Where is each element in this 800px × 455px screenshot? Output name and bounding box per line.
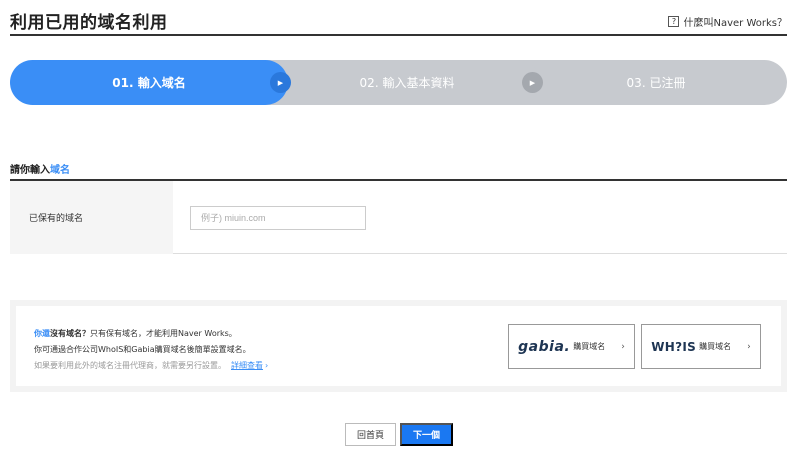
domain-label: 已保有的域名 [29,214,84,224]
home-button[interactable]: 回首頁 [345,423,396,446]
progress-stepper: 01. 輸入域名 ▶ 02. 輸入基本資料 ▶ 03. 已注冊 [10,60,787,105]
info-rest: 只有保有域名，才能利用Naver Works。 [90,329,237,338]
gabia-buy-domain-button[interactable]: gabia. 購買域名 › [508,324,635,369]
detail-link[interactable]: 詳細查看 [231,361,263,370]
whois-buy-label: 購買域名 [699,342,732,351]
step-1-enter-domain: 01. 輸入域名 [10,60,288,105]
info-line-no-domain: 你還沒有域名？只有保有域名，才能利用Naver Works。 [34,328,237,339]
info-other-text: 如果要利用此外的域名注冊代理商，就需要另行設置。 [34,361,226,370]
whois-logo: WH?IS [651,339,697,354]
help-link-label: 什麼叫Naver Works？ [683,18,787,29]
gabia-logo: gabia. [518,338,571,355]
info-line-partners: 你可通過合作公司WhoIS和Gabia購買域名後簡單設置域名。 [34,345,251,354]
page-title: 利用已用的域名利用 [10,13,168,33]
info-accent: 你還 [34,329,50,338]
section-title: 請你輸入域名 [10,161,70,176]
step-2-label: 02. 輸入基本資料 [359,76,455,90]
whois-buy-domain-button[interactable]: WH?IS 購買域名 › [641,324,761,369]
info-inner: 你還沒有域名？只有保有域名，才能利用Naver Works。 你可通過合作公司W… [16,306,781,386]
section-title-accent: 域名 [50,165,70,176]
section-title-prefix: 請你輸入 [10,165,50,176]
step-3-label: 03. 已注冊 [626,76,686,90]
step-3-registered: 03. 已注冊 [515,60,787,105]
domain-input[interactable] [190,206,366,230]
step-2-basic-info: 02. 輸入基本資料 [264,60,540,105]
gabia-buy-label: 購買域名 [573,342,606,351]
info-panel: 你還沒有域名？只有保有域名，才能利用Naver Works。 你可通過合作公司W… [10,300,787,392]
domain-form: 已保有的域名 [10,179,787,254]
step-1-label: 01. 輸入域名 [112,76,186,90]
info-line-other-registrar: 如果要利用此外的域名注冊代理商，就需要另行設置。 詳細查看 › [34,360,268,371]
step-arrow-icon: ▶ [522,72,543,93]
detail-chevron-icon: › [265,361,269,370]
page-header: 利用已用的域名利用 ? 什麼叫Naver Works？ [10,8,787,36]
step-arrow-icon: ▶ [270,72,291,93]
help-link[interactable]: ? 什麼叫Naver Works？ [668,14,787,29]
chevron-right-icon: › [747,341,751,352]
help-icon: ? [668,16,680,27]
form-label-cell: 已保有的域名 [10,181,173,254]
info-bold: 沒有域名？ [50,329,90,338]
next-button[interactable]: 下一個 [400,423,453,446]
chevron-right-icon: › [621,341,625,352]
